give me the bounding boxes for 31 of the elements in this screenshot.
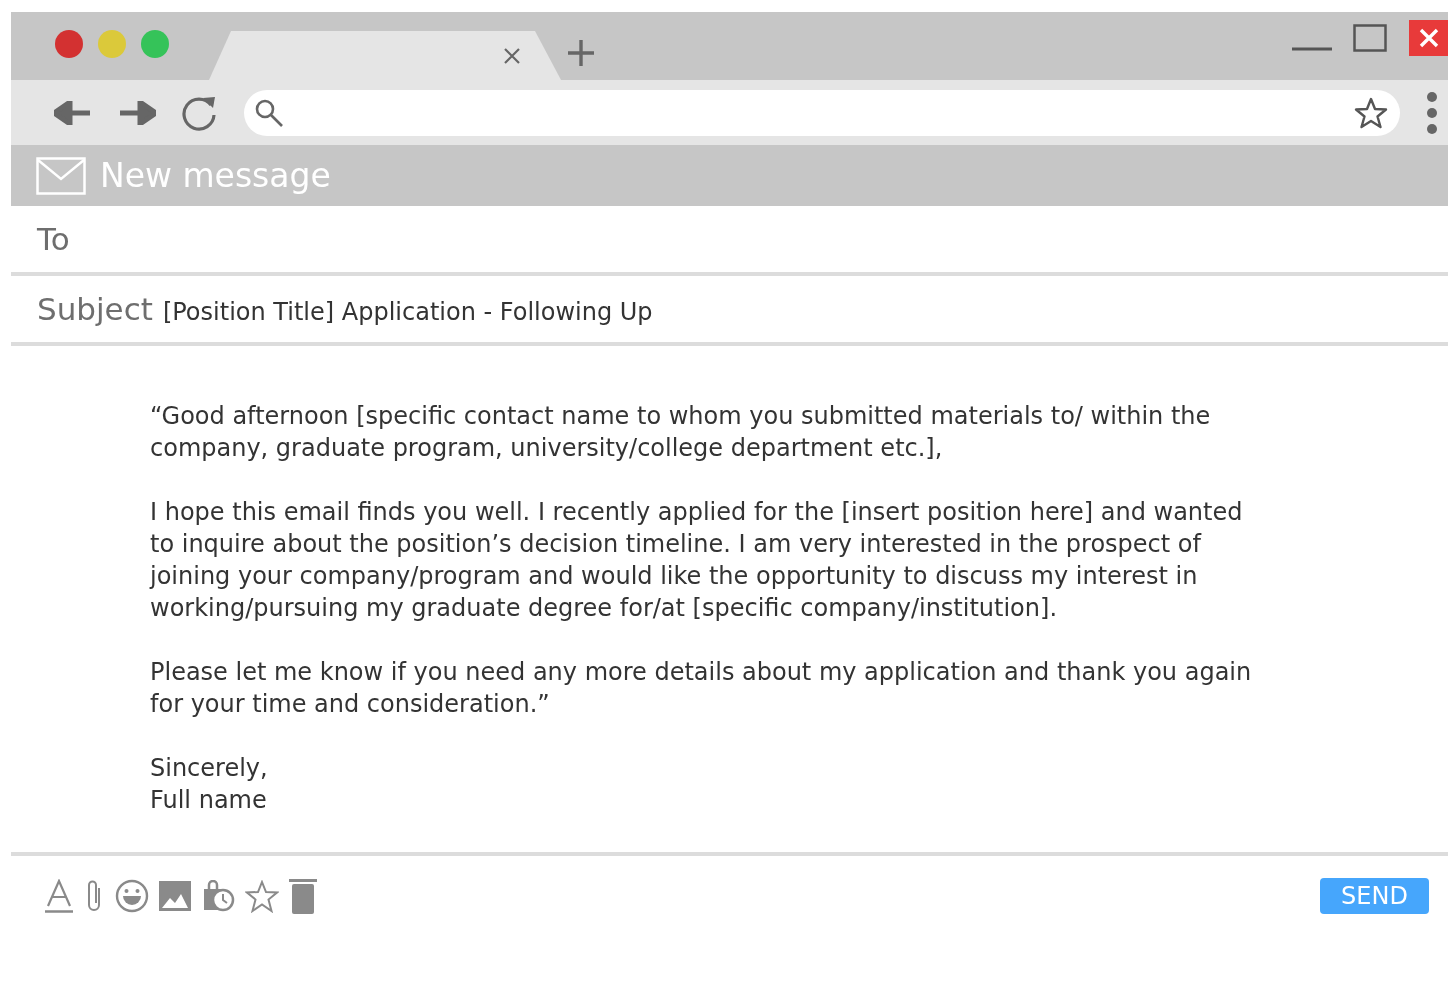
- subject-field[interactable]: [Position Title] Application - Following Up: [162, 292, 653, 326]
- envelope-icon: [36, 156, 86, 195]
- search-icon: [254, 97, 284, 128]
- star-icon[interactable]: [245, 879, 279, 913]
- message-paragraph: “Good afternoon [specific contact name to whom you submitted materials to/ within the company, graduate program, university/college department etc.],: [150, 401, 1212, 464]
- forward-arrow-icon[interactable]: [118, 100, 156, 125]
- signature-line: Full name: [150, 785, 268, 816]
- plus-icon[interactable]: [567, 39, 595, 67]
- menu-icon[interactable]: [1426, 90, 1438, 135]
- minimize-window-dot[interactable]: [98, 30, 126, 58]
- image-icon[interactable]: [159, 881, 191, 911]
- close-window-dot[interactable]: [55, 30, 83, 58]
- star-icon[interactable]: [1354, 96, 1388, 129]
- back-arrow-icon[interactable]: [54, 100, 92, 125]
- smiley-icon[interactable]: [115, 879, 149, 913]
- message-paragraph: I hope this email finds you well. I recently applied for the [insert position here] and wanted to inquire about the position’s decision timeline. I am very interested in the prospect of joining your company/program and would like the opportunity to discuss my interest in working/pursuing my graduate degree for/at [specific company/institution].: [150, 497, 1244, 624]
- window-title: New message: [100, 156, 331, 195]
- close-button[interactable]: [1409, 20, 1448, 56]
- trash-icon[interactable]: [289, 878, 317, 914]
- text-format-icon[interactable]: [45, 879, 73, 913]
- subject-label: Subject: [37, 291, 153, 327]
- zoom-window-dot[interactable]: [141, 30, 169, 58]
- maximize-icon[interactable]: [1353, 24, 1387, 52]
- reload-icon[interactable]: [182, 94, 218, 131]
- minimize-icon[interactable]: [1291, 45, 1333, 53]
- signature-line: Sincerely,: [150, 753, 269, 784]
- close-icon[interactable]: [503, 46, 521, 65]
- close-icon: [1418, 28, 1439, 48]
- briefcase-clock-icon[interactable]: [201, 880, 235, 912]
- message-paragraph: Please let me know if you need any more details about my application and thank you again for your time and consideration.”: [150, 657, 1253, 720]
- to-label: To: [37, 221, 70, 257]
